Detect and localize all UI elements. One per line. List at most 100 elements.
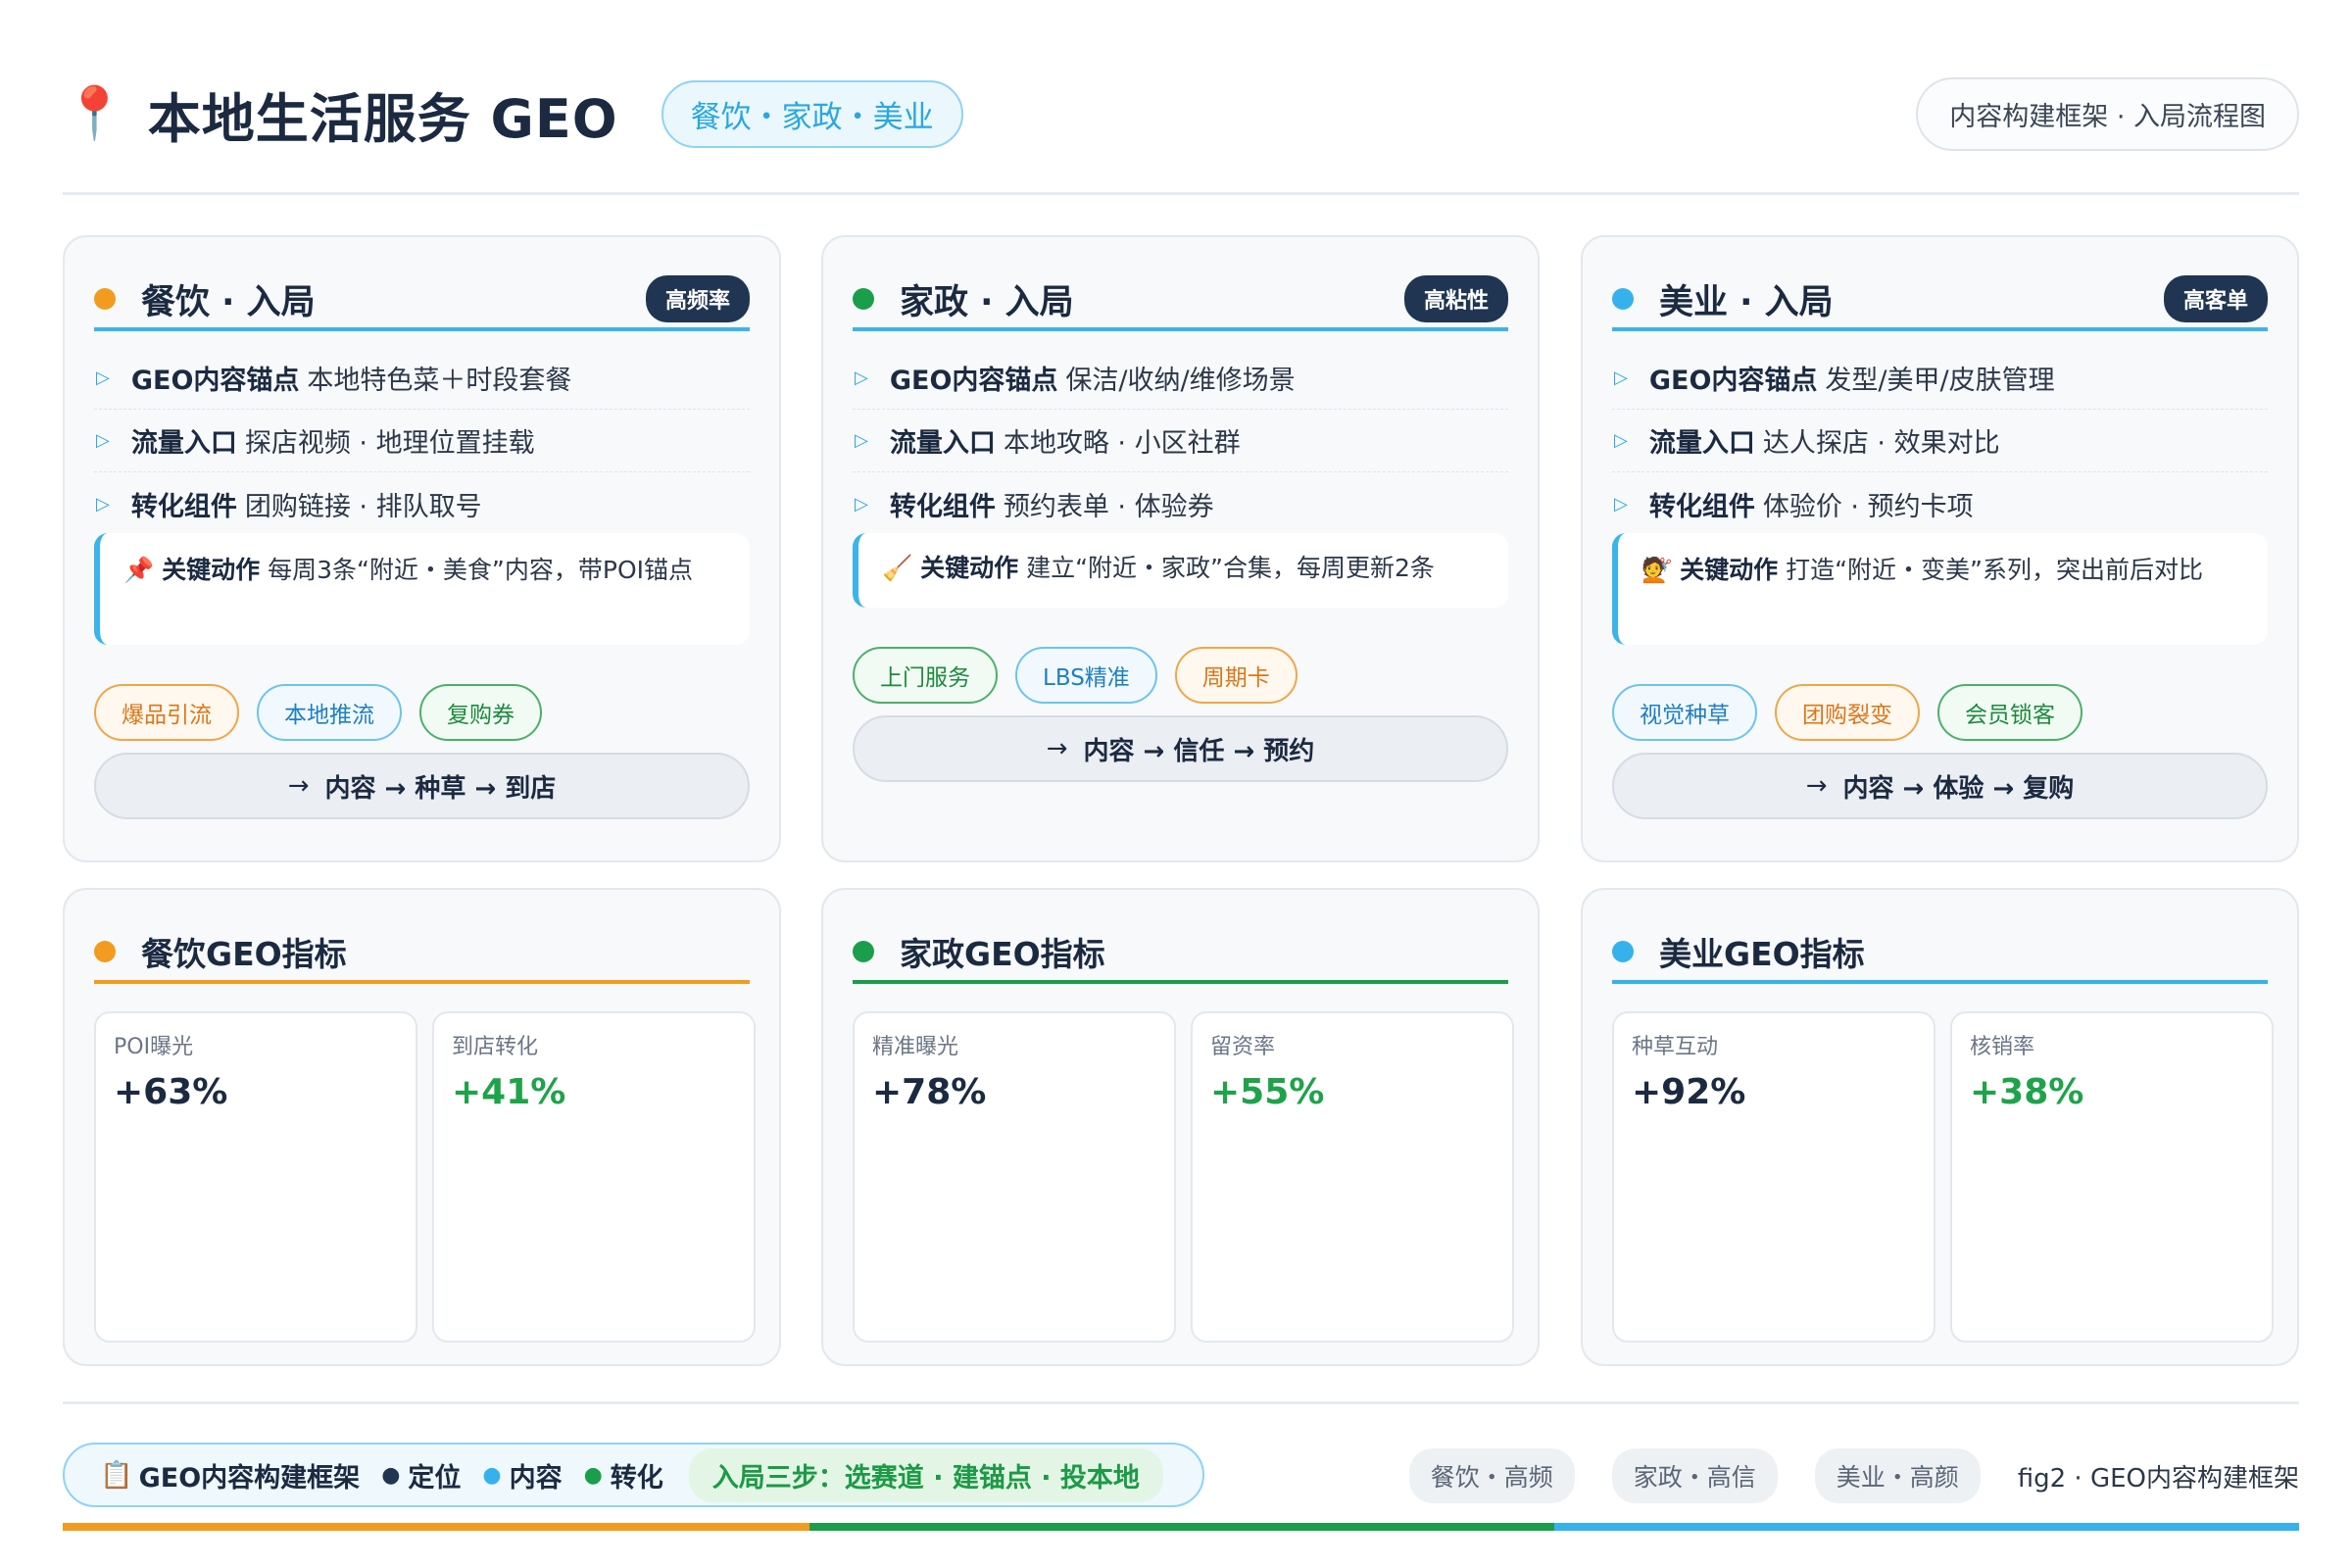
metric-title: 美业GEO指标 <box>1659 935 1865 973</box>
triangle-bullet-icon: ▷ <box>96 368 110 388</box>
figure-caption: fig2 · GEO内容构建框架 <box>2017 1463 2299 1494</box>
card-rows: ▷ GEO内容锚点 保洁/收纳/维修场景 ▷ 流量入口 本地攻略 · 小区社群 ▷ 转化组… <box>853 347 1508 535</box>
framework-label: GEO内容构建框架 <box>138 1462 361 1494</box>
triangle-bullet-icon: ▷ <box>855 368 868 388</box>
triangle-bullet-icon: ▷ <box>1614 493 1628 514</box>
key-action-text: 建立“附近・家政”合集，每周更新2条 <box>1026 554 1435 582</box>
tag-list: 爆品引流 本地推流 复购券 <box>94 684 750 741</box>
key-action-text: 每周3条“附近・美食”内容，带POI锚点 <box>268 556 693 584</box>
card-beauty: 美业 · 入局 高客单 ▷ GEO内容锚点 发型/美甲/皮肤管理 ▷ 流量入口 达人探店… <box>1581 235 2299 862</box>
card-header: 餐饮 · 入局 高频率 <box>94 270 750 331</box>
tag: 本地推流 <box>257 684 402 741</box>
green-dot-icon <box>853 288 874 310</box>
row-text: 预约表单 · 体验券 <box>1003 491 1214 522</box>
metric-label: 精准曝光 <box>872 1035 959 1059</box>
metric-value: +63% <box>114 1072 228 1112</box>
metric-value: +92% <box>1632 1072 1746 1112</box>
card-badge: 高频率 <box>645 275 750 322</box>
card-badge: 高客单 <box>2163 275 2268 322</box>
tag: 爆品引流 <box>94 684 239 741</box>
row-text: 发型/美甲/皮肤管理 <box>1825 366 2055 396</box>
metric-header: 家政GEO指标 <box>853 923 1508 984</box>
list-item: ▷ 转化组件 体验价 · 预约卡项 <box>1612 472 2268 535</box>
row-label: GEO内容锚点 <box>889 366 1058 396</box>
card-housekeeping: 家政 · 入局 高粘性 ▷ GEO内容锚点 保洁/收纳/维修场景 ▷ 流量入口 本地攻略… <box>821 235 1540 862</box>
card-header: 美业 · 入局 高客单 <box>1612 270 2268 331</box>
row-text: 探店视频 · 地理位置挂载 <box>244 428 535 459</box>
row-label: 转化组件 <box>1648 491 1755 522</box>
header-divider <box>63 192 2299 195</box>
card-rows: ▷ GEO内容锚点 本地特色菜＋时段套餐 ▷ 流量入口 探店视频 · 地理位置挂载 ▷ 转… <box>94 347 750 535</box>
row-label: 流量入口 <box>889 428 996 459</box>
key-action-label: 关键动作 <box>162 556 261 584</box>
row-text: 保洁/收纳/维修场景 <box>1065 366 1296 396</box>
metric-box: 到店转化 +41% <box>432 1011 756 1343</box>
key-action-label: 关键动作 <box>1680 556 1779 584</box>
page-title: 本地生活服务 GEO <box>147 87 618 150</box>
metric-label: 种草互动 <box>1632 1035 1719 1059</box>
footer-tag: 餐饮・高频 <box>1408 1448 1575 1503</box>
metric-title: 家政GEO指标 <box>900 935 1105 973</box>
footer-tag: 家政・高信 <box>1611 1448 1778 1503</box>
row-text: 本地攻略 · 小区社群 <box>1003 428 1241 459</box>
row-label: 转化组件 <box>889 491 996 522</box>
row-text: 体验价 · 预约卡项 <box>1762 491 1974 522</box>
tag: 会员锁客 <box>1937 684 2082 741</box>
green-dot-icon: ● <box>583 1462 603 1488</box>
tag-list: 上门服务 LBS精准 周期卡 <box>853 647 1508 704</box>
tag: 团购裂变 <box>1775 684 1920 741</box>
metric-value: +55% <box>1210 1072 1325 1112</box>
scope-pill: 餐饮・家政・美业 <box>661 79 963 148</box>
metric-box: 核销率 +38% <box>1950 1011 2274 1343</box>
orange-dot-icon <box>94 941 116 962</box>
flow-bar: → 内容 → 种草 → 到店 <box>94 753 750 819</box>
triangle-bullet-icon: ▷ <box>855 493 868 514</box>
triangle-bullet-icon: ▷ <box>855 430 868 451</box>
tag: 复购券 <box>419 684 542 741</box>
arrow-right-icon: → <box>1805 771 1828 801</box>
arrow-right-icon: → <box>287 771 310 801</box>
row-text: 达人探店 · 效果对比 <box>1762 428 2000 459</box>
metric-value: +78% <box>872 1072 987 1112</box>
page-header: 📍 本地生活服务 GEO 餐饮・家政・美业 内容构建框架 · 入局流程图 <box>63 74 2299 153</box>
steps-badge: 入局三步：选赛道 · 建锚点 · 投本地 <box>688 1447 1163 1502</box>
footer-tag: 美业・高颜 <box>1814 1448 1981 1503</box>
card-title: 餐饮 · 入局 <box>141 282 316 322</box>
row-text: 团购链接 · 排队取号 <box>244 491 482 522</box>
metric-box: 种草互动 +92% <box>1612 1011 1936 1343</box>
color-strip-blue <box>1554 1523 2299 1531</box>
broom-icon: 🧹 <box>882 554 913 582</box>
list-item: ▷ GEO内容锚点 发型/美甲/皮肤管理 <box>1612 347 2268 410</box>
dark-dot-icon: ● <box>381 1462 401 1488</box>
card-badge: 高粘性 <box>1403 275 1508 322</box>
card-title: 美业 · 入局 <box>1659 282 1834 322</box>
key-action-text: 打造“附近・变美”系列，突出前后对比 <box>1786 556 2203 584</box>
metric-card-catering: 餐饮GEO指标 POI曝光 +63% 到店转化 +41% <box>63 888 781 1366</box>
list-item: ▷ GEO内容锚点 保洁/收纳/维修场景 <box>853 347 1508 410</box>
clipboard-icon: 📋 <box>100 1460 133 1491</box>
flow-text: 内容 → 信任 → 预约 <box>1083 736 1315 766</box>
triangle-bullet-icon: ▷ <box>96 430 110 451</box>
footer-right: 餐饮・高频 家政・高信 美业・高颜 fig2 · GEO内容构建框架 <box>1408 1448 2299 1503</box>
card-header: 家政 · 入局 高粘性 <box>853 270 1508 331</box>
haircut-icon: 💇 <box>1642 556 1673 584</box>
list-item: ▷ 转化组件 团购链接 · 排队取号 <box>94 472 750 535</box>
triangle-bullet-icon: ▷ <box>1614 368 1628 388</box>
stage-label: 转化 <box>610 1462 663 1494</box>
green-dot-icon <box>853 941 874 962</box>
flow-bar: → 内容 → 信任 → 预约 <box>853 715 1508 782</box>
arrow-right-icon: → <box>1046 734 1068 763</box>
metric-box: 精准曝光 +78% <box>853 1011 1176 1343</box>
metric-label: 留资率 <box>1210 1035 1276 1059</box>
metric-label: 到店转化 <box>452 1035 539 1059</box>
tag: 视觉种草 <box>1612 684 1757 741</box>
flow-text: 内容 → 体验 → 复购 <box>1842 773 2075 804</box>
tag: 周期卡 <box>1174 647 1298 704</box>
metric-card-beauty: 美业GEO指标 种草互动 +92% 核销率 +38% <box>1581 888 2299 1366</box>
tag-list: 视觉种草 团购裂变 会员锁客 <box>1612 684 2268 741</box>
blue-dot-icon <box>1612 941 1634 962</box>
list-item: ▷ GEO内容锚点 本地特色菜＋时段套餐 <box>94 347 750 410</box>
key-action-box: 💇 关键动作 打造“附近・变美”系列，突出前后对比 <box>1612 533 2268 645</box>
metric-label: POI曝光 <box>114 1035 194 1059</box>
tag: 上门服务 <box>853 647 998 704</box>
